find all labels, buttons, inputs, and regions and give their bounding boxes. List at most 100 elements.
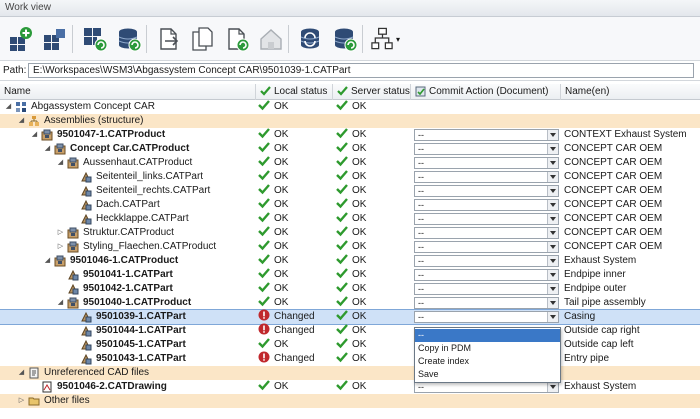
tree-row[interactable]: ▷ Struktur.CATProduct OK OK -- CONCEPT CAR OE… [0, 226, 700, 240]
grid-header: Name Local status Server status Commit A… [0, 84, 700, 100]
commit-action-select[interactable]: -- [414, 227, 559, 239]
document-copy-button[interactable] [188, 22, 218, 56]
home-button[interactable] [256, 22, 286, 56]
dropdown-option[interactable]: -- [415, 329, 560, 342]
tree-row[interactable]: 9501043-1.CATPart Changed OK Entry pipe [0, 351, 700, 366]
product-icon [67, 297, 79, 309]
commit-action-select[interactable]: -- [414, 269, 559, 281]
tree-row[interactable]: Dach.CATPart OK OK -- CONCEPT CAR OEM [0, 198, 700, 212]
collapse-toggle-icon[interactable]: ◢ [43, 142, 52, 156]
check-icon [336, 128, 348, 139]
commit-action-select[interactable]: -- [414, 157, 559, 169]
tree-row[interactable]: ▷ Styling_Flaechen.CATProduct OK OK -- CONCEP… [0, 240, 700, 254]
collapse-toggle-icon[interactable]: ◢ [30, 128, 39, 142]
commit-action-select[interactable]: -- [414, 171, 559, 183]
commit-action-select[interactable]: -- [414, 199, 559, 211]
column-header-server-status[interactable]: Server status [333, 84, 411, 100]
node-name: 9501043-1.CATPart [96, 353, 186, 364]
status-icon-wrap [336, 239, 348, 251]
document-refresh-button[interactable] [222, 22, 252, 56]
chevron-down-icon[interactable] [547, 298, 558, 308]
path-input[interactable]: E:\Workspaces\WSM3\Abgassystem Concept C… [28, 63, 694, 78]
commit-action-select[interactable]: -- [414, 297, 559, 309]
commit-action-select[interactable]: -- [414, 255, 559, 267]
commit-action-select[interactable]: -- [414, 213, 559, 225]
hierarchy-button[interactable]: ▾ [370, 22, 400, 56]
tree-row[interactable]: 9501042-1.CATPart OK OK -- Endpipe outer [0, 282, 700, 296]
grid-refresh-button[interactable] [80, 22, 110, 56]
tree-group-row[interactable]: ◢ Unreferenced CAD files [0, 366, 700, 380]
dropdown-option[interactable]: Copy in PDM [415, 342, 560, 355]
tree-row[interactable]: Heckklappe.CATPart OK OK -- CONCEPT CAR OEM [0, 212, 700, 226]
server-status: OK [336, 142, 366, 156]
chevron-down-icon[interactable] [547, 228, 558, 238]
node-icon-wrap [67, 297, 79, 309]
database-sync-button[interactable] [296, 22, 326, 56]
tree-row[interactable]: ◢ 9501046-1.CATProduct OK OK -- Exhaust Syste… [0, 254, 700, 268]
status-icon-wrap [258, 197, 270, 209]
add-document-button[interactable] [5, 22, 35, 56]
collapse-toggle-icon[interactable]: ◢ [56, 296, 65, 310]
expand-toggle-icon[interactable]: ▷ [56, 240, 65, 254]
tree-row[interactable]: 9501039-1.CATPart Changed OK -- Casing [0, 309, 700, 325]
commit-action-dropdown: -- Copy in PDM Create index Save [414, 327, 561, 383]
collapse-toggle-icon[interactable]: ◢ [43, 254, 52, 268]
tree-row[interactable]: ◢ Concept Car.CATProduct OK OK -- CONCEPT CAR… [0, 142, 700, 156]
chevron-down-icon[interactable] [547, 130, 558, 140]
node-icon-wrap [67, 269, 79, 281]
tree-row[interactable]: 9501044-1.CATPart Changed OK Outside cap ri… [0, 323, 700, 338]
database-refresh-button[interactable] [114, 22, 144, 56]
tree-row[interactable]: Seitenteil_links.CATPart OK OK -- CONCEPT CA… [0, 170, 700, 184]
collapse-toggle-icon[interactable]: ◢ [17, 114, 26, 128]
commit-action-select[interactable]: -- [414, 311, 559, 323]
commit-action-value: -- [418, 242, 424, 252]
dropdown-option[interactable]: Create index [415, 355, 560, 368]
commit-action-select[interactable]: -- [414, 129, 559, 141]
node-icon-wrap [28, 367, 40, 379]
expand-toggle-icon[interactable]: ▷ [56, 226, 65, 240]
chevron-down-icon[interactable] [547, 158, 558, 168]
name-en: CONCEPT CAR OEM [564, 143, 663, 154]
chevron-down-icon[interactable] [547, 214, 558, 224]
database-commit-button[interactable] [330, 22, 360, 56]
tree-row[interactable]: ◢ Aussenhaut.CATProduct OK OK -- CONCEPT CAR … [0, 156, 700, 170]
commit-action-select[interactable]: -- [414, 143, 559, 155]
dropdown-option[interactable]: Save [415, 368, 560, 381]
document-export-button[interactable] [154, 22, 184, 56]
expand-toggle-icon[interactable]: ▷ [17, 394, 26, 408]
column-header-name-en[interactable]: Name(en) [561, 84, 700, 100]
chevron-down-icon[interactable] [547, 284, 558, 294]
column-header-name[interactable]: Name [0, 84, 256, 100]
chevron-down-icon[interactable] [547, 256, 558, 266]
tree-row[interactable]: ◢ 9501047-1.CATProduct OK OK -- CONTEXT Exhau… [0, 128, 700, 142]
chevron-down-icon[interactable] [547, 382, 558, 392]
chevron-down-icon[interactable] [547, 172, 558, 182]
tree-row[interactable]: 9501045-1.CATPart OK OK Outside cap left [0, 338, 700, 352]
tree-group-row[interactable]: ▷ Other files [0, 394, 700, 408]
tree-row[interactable]: 9501046-2.CATDrawing OK OK -- Exhaust System [0, 380, 700, 394]
tree-row[interactable]: 9501041-1.CATPart OK OK -- Endpipe inner [0, 268, 700, 282]
tree-row[interactable]: Seitenteil_rechts.CATPart OK OK -- CONCEPT C… [0, 184, 700, 198]
commit-action-select[interactable]: -- [414, 283, 559, 295]
name-en: CONCEPT CAR OEM [564, 199, 663, 210]
collapse-toggle-icon[interactable]: ◢ [4, 100, 13, 114]
chevron-down-icon[interactable] [547, 242, 558, 252]
tree-group-row[interactable]: ◢ Assemblies (structure) [0, 114, 700, 128]
column-header-local-status[interactable]: Local status [256, 84, 333, 100]
add-multiple-documents-button[interactable] [40, 22, 70, 56]
status-icon-wrap [336, 295, 348, 307]
column-header-commit-action[interactable]: Commit Action (Document) [411, 84, 561, 100]
chevron-down-icon[interactable] [547, 186, 558, 196]
chevron-down-icon[interactable] [547, 312, 558, 322]
chevron-down-icon[interactable] [547, 200, 558, 210]
node-icon-wrap [15, 101, 27, 113]
name-en: CONCEPT CAR OEM [564, 241, 663, 252]
commit-action-select[interactable]: -- [414, 185, 559, 197]
tree-row[interactable]: ◢ Abgassystem Concept CAR OK OK [0, 100, 700, 114]
collapse-toggle-icon[interactable]: ◢ [17, 366, 26, 380]
chevron-down-icon[interactable] [547, 270, 558, 280]
collapse-toggle-icon[interactable]: ◢ [56, 156, 65, 170]
tree-row[interactable]: ◢ 9501040-1.CATProduct OK OK -- Tail pipe ass… [0, 296, 700, 310]
chevron-down-icon[interactable] [547, 144, 558, 154]
commit-action-select[interactable]: -- [414, 241, 559, 253]
